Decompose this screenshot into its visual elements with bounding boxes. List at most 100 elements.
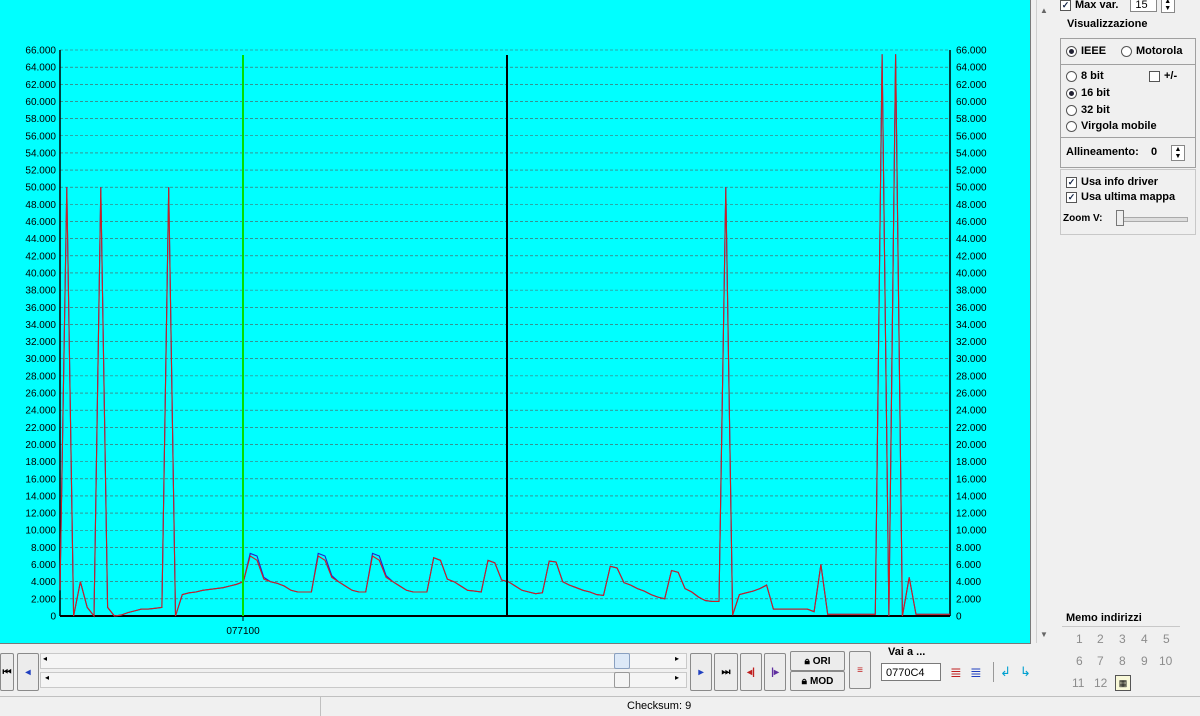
- memo-item-3[interactable]: 3: [1119, 632, 1126, 646]
- y-tick-label-right: 66.000: [956, 46, 987, 57]
- y-tick-label-left: 60.000: [25, 97, 56, 108]
- bit8-radio[interactable]: [1066, 70, 1077, 82]
- vertical-scrollbar[interactable]: ▲ ▼: [1036, 0, 1053, 643]
- series-line-1: [59, 54, 950, 618]
- next-mark-icon[interactable]: |▸: [764, 653, 786, 691]
- y-tick-label-left: 46.000: [25, 217, 56, 228]
- memo-title: Memo indirizzi: [1066, 612, 1142, 624]
- separator: [993, 662, 994, 682]
- line-chart[interactable]: 0 0 2.000 2.000 4.000 4.000 6.000 6.000 8.000 8.0…: [0, 0, 1030, 643]
- memo-indirizzi: Memo indirizzi 1 2 3 4 5 6 7 8 9 10 11 1…: [1062, 612, 1182, 692]
- plusminus-option[interactable]: +/-: [1149, 70, 1177, 82]
- y-tick-label-right: 58.000: [956, 114, 987, 125]
- prev-mark-icon[interactable]: ◂|: [740, 653, 762, 691]
- memo-next-icon[interactable]: ↳: [1020, 664, 1031, 680]
- y-tick-label-right: 50.000: [956, 183, 987, 194]
- visualizzazione-title: Visualizzazione: [1067, 18, 1148, 30]
- scroll-up-icon[interactable]: ▲: [1040, 6, 1048, 15]
- allineamento-spinner[interactable]: ▲ ▼: [1171, 145, 1185, 161]
- y-tick-label-right: 6.000: [956, 560, 981, 571]
- horizontal-scrollbar-top[interactable]: ◂ ▸: [40, 653, 687, 669]
- goto-mod-icon[interactable]: ≣: [970, 664, 982, 681]
- bit32-option[interactable]: 32 bit: [1066, 104, 1110, 116]
- virgola-option[interactable]: Virgola mobile: [1066, 120, 1157, 132]
- zoom-slider-track[interactable]: [1116, 217, 1188, 222]
- y-tick-label-right: 36.000: [956, 303, 987, 314]
- status-bar: Checksum: 9: [0, 696, 1200, 716]
- y-tick-label-left: 6.000: [31, 560, 56, 571]
- ieee-option[interactable]: IEEE: [1066, 45, 1106, 57]
- scroll-right-2-icon[interactable]: ▸: [675, 673, 679, 682]
- memo-save-icon[interactable]: ▦: [1115, 675, 1131, 691]
- bit32-radio[interactable]: [1066, 104, 1077, 116]
- max-var-spinner[interactable]: ▲ ▼: [1160, 0, 1175, 13]
- zoom-slider-thumb[interactable]: [1116, 210, 1124, 226]
- lock-icon: 🔒︎: [801, 675, 807, 687]
- usa-info-driver-checkbox[interactable]: ✓: [1066, 176, 1077, 188]
- first-page-icon[interactable]: ⏮: [0, 653, 14, 691]
- virgola-radio[interactable]: [1066, 120, 1077, 132]
- memo-item-5[interactable]: 5: [1163, 632, 1170, 646]
- memo-item-11[interactable]: 11: [1072, 676, 1084, 690]
- memo-item-9[interactable]: 9: [1141, 654, 1148, 668]
- chart-panel[interactable]: 0 0 2.000 2.000 4.000 4.000 6.000 6.000 8.000 8.0…: [0, 0, 1031, 644]
- y-tick-label-left: 22.000: [25, 423, 56, 434]
- y-tick-label-left: 54.000: [25, 148, 56, 159]
- next-page-icon[interactable]: ▸: [690, 653, 712, 691]
- scrollbar-top-thumb[interactable]: [614, 653, 630, 669]
- max-var-checkbox[interactable]: ✓: [1060, 0, 1071, 11]
- memo-item-8[interactable]: 8: [1119, 654, 1126, 668]
- memo-item-1[interactable]: 1: [1076, 632, 1083, 646]
- y-tick-label-left: 66.000: [25, 46, 56, 57]
- memo-item-6[interactable]: 6: [1076, 654, 1083, 668]
- y-tick-label-right: 12.000: [956, 509, 987, 520]
- vai-address-input[interactable]: 0770C4: [881, 663, 941, 681]
- prev-page-icon[interactable]: ◂: [17, 653, 39, 691]
- memo-item-2[interactable]: 2: [1097, 632, 1104, 646]
- y-tick-label-right: 56.000: [956, 131, 987, 142]
- y-tick-label-left: 52.000: [25, 166, 56, 177]
- mod-button[interactable]: 🔒︎ MOD: [790, 671, 845, 691]
- y-tick-label-right: 10.000: [956, 526, 987, 537]
- allineamento-value[interactable]: 0: [1151, 146, 1157, 158]
- ieee-radio[interactable]: [1066, 45, 1077, 57]
- plusminus-checkbox[interactable]: [1149, 70, 1160, 82]
- y-tick-label-left: 2.000: [31, 594, 56, 605]
- memo-item-10[interactable]: 10: [1159, 654, 1172, 668]
- scroll-right-icon[interactable]: ▸: [675, 654, 679, 663]
- usa-info-driver-option[interactable]: ✓ Usa info driver: [1066, 176, 1158, 188]
- y-tick-label-left: 40.000: [25, 268, 56, 279]
- compare-icon[interactable]: ≡: [849, 651, 871, 689]
- scroll-left-2-icon[interactable]: ◂: [45, 673, 49, 682]
- goto-orig-icon[interactable]: ≣: [950, 664, 962, 681]
- motorola-radio[interactable]: [1121, 45, 1132, 57]
- bit16-option[interactable]: 16 bit: [1066, 87, 1110, 99]
- lock-icon: 🔒︎: [804, 655, 810, 667]
- y-tick-label-right: 20.000: [956, 440, 987, 451]
- last-page-icon[interactable]: ⏭: [714, 653, 738, 691]
- scroll-left-icon[interactable]: ◂: [43, 654, 47, 663]
- motorola-option[interactable]: Motorola: [1121, 45, 1182, 57]
- bit8-option[interactable]: 8 bit: [1066, 70, 1104, 82]
- memo-box: 1 2 3 4 5 6 7 8 9 10 11 12 ▦: [1062, 626, 1180, 693]
- scroll-down-icon[interactable]: ▼: [1040, 630, 1048, 639]
- memo-item-7[interactable]: 7: [1097, 654, 1104, 668]
- x-tick-label: 077100: [226, 626, 260, 637]
- bit16-radio[interactable]: [1066, 87, 1077, 99]
- vai-label: Vai a ...: [888, 646, 926, 658]
- y-tick-label-right: 2.000: [956, 594, 981, 605]
- y-tick-label-left: 4.000: [31, 577, 56, 588]
- memo-item-12[interactable]: 12: [1094, 676, 1107, 690]
- status-divider: [320, 697, 321, 716]
- options-group: ✓ Usa info driver ✓ Usa ultima mappa Zoom …: [1060, 169, 1196, 235]
- usa-ultima-mappa-option[interactable]: ✓ Usa ultima mappa: [1066, 191, 1175, 203]
- y-tick-label-right: 24.000: [956, 406, 987, 417]
- usa-ultima-mappa-checkbox[interactable]: ✓: [1066, 191, 1077, 203]
- memo-item-4[interactable]: 4: [1141, 632, 1148, 646]
- memo-prev-icon[interactable]: ↲: [1000, 664, 1011, 680]
- y-tick-label-right: 4.000: [956, 577, 981, 588]
- max-var-input[interactable]: 15: [1130, 0, 1157, 12]
- scrollbar-bottom-thumb[interactable]: [614, 672, 630, 688]
- ori-button[interactable]: 🔒︎ ORI: [790, 651, 845, 671]
- horizontal-scrollbar-bottom[interactable]: ◂ ▸: [40, 672, 687, 688]
